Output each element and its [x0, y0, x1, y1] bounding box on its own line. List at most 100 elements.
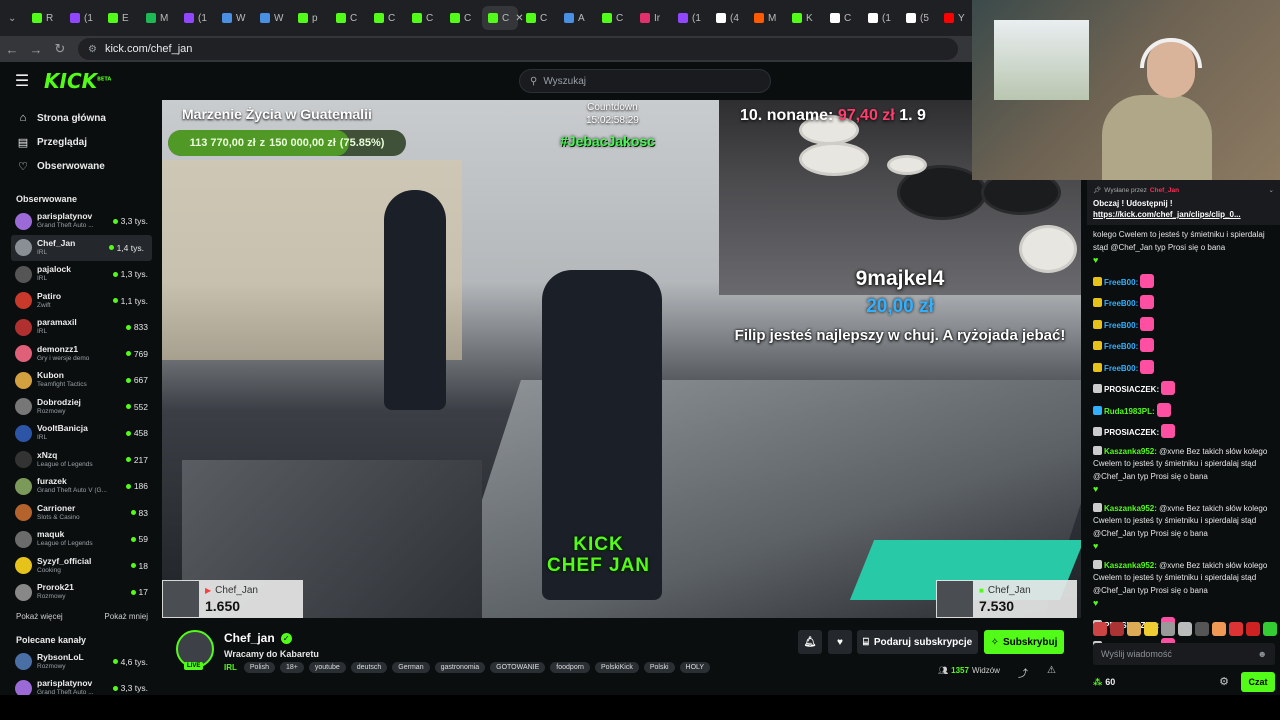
- reload-icon[interactable]: ↻: [48, 41, 72, 57]
- share-icon[interactable]: ⤴: [1018, 665, 1028, 680]
- stream-tag[interactable]: youtube: [308, 662, 346, 673]
- chat-username[interactable]: FreeB00:: [1104, 278, 1138, 287]
- emote-shortcut-icon[interactable]: [1263, 622, 1277, 636]
- chat-username[interactable]: FreeB00:: [1104, 321, 1138, 330]
- browser-tab[interactable]: Ir: [634, 6, 670, 30]
- browser-tab[interactable]: C: [406, 6, 442, 30]
- report-icon[interactable]: ⚠: [1047, 665, 1056, 676]
- send-chat-button[interactable]: Czat: [1241, 672, 1275, 692]
- browser-tab[interactable]: (1: [672, 6, 708, 30]
- sidebar-channel[interactable]: Prorok21 Rozmowy 17: [0, 579, 156, 606]
- browser-tab[interactable]: C ✕: [482, 6, 524, 30]
- chat-input[interactable]: Wyślij wiadomość ☻: [1093, 643, 1275, 665]
- browser-tab[interactable]: W: [254, 6, 290, 30]
- sidebar-channel[interactable]: VooltBanicja IRL 458: [0, 420, 156, 447]
- show-less-button[interactable]: Pokaż mniej: [104, 612, 148, 621]
- subscribe-button[interactable]: ✧ Subskrybuj: [984, 630, 1064, 654]
- browser-tab[interactable]: M: [748, 6, 784, 30]
- chat-username[interactable]: Kaszanka952:: [1104, 504, 1157, 513]
- browser-tab[interactable]: K: [786, 6, 822, 30]
- sidebar-channel[interactable]: pajalock IRL 1,3 tys.: [0, 261, 156, 288]
- stream-tag[interactable]: German: [392, 662, 430, 673]
- sidebar-channel[interactable]: maquk League of Legends 59: [0, 526, 156, 553]
- stream-tag[interactable]: GOTOWANIE: [490, 662, 546, 673]
- emote-shortcut-icon[interactable]: [1246, 622, 1260, 636]
- sidebar-channel[interactable]: Syzyf_official Cooking 18: [0, 553, 156, 580]
- chat-username[interactable]: FreeB00:: [1104, 364, 1138, 373]
- back-icon[interactable]: ←: [0, 42, 24, 57]
- stream-tag[interactable]: deutsch: [350, 662, 388, 673]
- video-player[interactable]: Marzenie Życia w Guatemalii 113 770,00 z…: [162, 100, 1081, 618]
- browser-tab[interactable]: A: [558, 6, 594, 30]
- sidebar-channel[interactable]: parisplatynov Grand Theft Auto ... 3,3 tys…: [0, 675, 156, 695]
- forward-icon[interactable]: →: [24, 42, 48, 57]
- emote-shortcut-icon[interactable]: [1110, 622, 1124, 636]
- notification-button[interactable]: 🔔︎: [798, 630, 822, 654]
- browser-tab[interactable]: C: [824, 6, 860, 30]
- show-more-button[interactable]: Pokaż więcej: [16, 612, 63, 621]
- chat-username[interactable]: Kaszanka952:: [1104, 447, 1157, 456]
- browser-tab[interactable]: (1: [862, 6, 898, 30]
- chat-username[interactable]: PROSIACZEK:: [1104, 428, 1159, 437]
- chat-username[interactable]: FreeB00:: [1104, 342, 1138, 351]
- sidebar-channel[interactable]: Kubon Teamfight Tactics 667: [0, 367, 156, 394]
- browser-tab[interactable]: E: [102, 6, 138, 30]
- follow-button[interactable]: ♥: [828, 630, 852, 654]
- search-input[interactable]: ⚲ Wyszukaj: [519, 69, 771, 93]
- sidebar-channel[interactable]: Dobrodziej Rozmowy 552: [0, 394, 156, 421]
- chat-settings-icon[interactable]: ⚙: [1219, 675, 1229, 688]
- browser-tab[interactable]: C: [596, 6, 632, 30]
- emote-shortcut-icon[interactable]: [1144, 622, 1158, 636]
- chat-username[interactable]: PROSIACZEK:: [1104, 385, 1159, 394]
- emote-shortcut-icon[interactable]: [1093, 622, 1107, 636]
- stream-tag[interactable]: gastronomia: [434, 662, 486, 673]
- emote-shortcut-icon[interactable]: [1161, 622, 1175, 636]
- emote-shortcut-icon[interactable]: [1229, 622, 1243, 636]
- sidebar-channel[interactable]: parisplatynov Grand Theft Auto ... 3,3 tys…: [0, 208, 156, 235]
- kick-logo[interactable]: KICKBETA: [44, 69, 111, 93]
- browser-tab[interactable]: C: [444, 6, 480, 30]
- collapse-pin-icon[interactable]: ⌄: [1269, 186, 1274, 194]
- chat-username[interactable]: Kaszanka952:: [1104, 561, 1157, 570]
- menu-icon[interactable]: ☰: [0, 71, 44, 91]
- browser-tab[interactable]: C: [368, 6, 404, 30]
- chat-username[interactable]: Ruda1983PL:: [1104, 407, 1155, 416]
- sidebar-channel[interactable]: demonzz1 Gry i wersje demo 769: [0, 341, 156, 368]
- browser-tab[interactable]: (1: [64, 6, 100, 30]
- emote-shortcut-icon[interactable]: [1178, 622, 1192, 636]
- category-link[interactable]: IRL: [224, 663, 237, 672]
- browser-tab[interactable]: M: [140, 6, 176, 30]
- emote-shortcut-icon[interactable]: [1195, 622, 1209, 636]
- streamer-name[interactable]: Chef_jan ✓: [224, 631, 292, 645]
- chat-username[interactable]: FreeB00:: [1104, 299, 1138, 308]
- pinned-link[interactable]: https://kick.com/chef_jan/clips/clip_0..…: [1093, 209, 1274, 220]
- sidebar-channel[interactable]: Patiro Zwift 1,1 tys.: [0, 288, 156, 315]
- stream-tag[interactable]: 18+: [279, 662, 304, 673]
- sidebar-channel[interactable]: Carrioner Slots & Casino 83: [0, 500, 156, 527]
- browser-tab[interactable]: R: [26, 6, 62, 30]
- sidebar-nav-item[interactable]: ♡ Obserwowane: [0, 154, 156, 178]
- stream-tag[interactable]: PolskiKick: [594, 662, 639, 673]
- stream-tag[interactable]: HOLY: [679, 662, 711, 673]
- url-field[interactable]: ⚙ kick.com/chef_jan: [78, 38, 958, 60]
- stream-tag[interactable]: Polski: [643, 662, 675, 673]
- sidebar-channel[interactable]: xNzq League of Legends 217: [0, 447, 156, 474]
- stream-tag[interactable]: Polish: [243, 662, 275, 673]
- browser-tab[interactable]: Y: [938, 6, 974, 30]
- channel-points[interactable]: ⁂ 60: [1093, 677, 1115, 688]
- emote-shortcut-icon[interactable]: [1212, 622, 1226, 636]
- emoji-icon[interactable]: ☻: [1258, 649, 1267, 659]
- browser-tab[interactable]: W: [216, 6, 252, 30]
- sidebar-channel[interactable]: Chef_Jan IRL 1,4 tys.: [11, 234, 152, 261]
- stream-tag[interactable]: foodporn: [550, 662, 590, 673]
- browser-tab[interactable]: C: [520, 6, 556, 30]
- browser-tab[interactable]: p: [292, 6, 328, 30]
- browser-tab[interactable]: (4: [710, 6, 746, 30]
- sidebar-channel[interactable]: furazek Grand Theft Auto V (G... 186: [0, 473, 156, 500]
- sidebar-nav-item[interactable]: ▤ Przeglądaj: [0, 130, 156, 154]
- tab-search-chevron-icon[interactable]: ⌄: [8, 13, 24, 24]
- browser-tab[interactable]: (5: [900, 6, 936, 30]
- sidebar-nav-item[interactable]: ⌂ Strona główna: [0, 106, 156, 130]
- sidebar-channel[interactable]: RybsonLoL Rozmowy 4,6 tys.: [0, 649, 156, 676]
- browser-tab[interactable]: C: [330, 6, 366, 30]
